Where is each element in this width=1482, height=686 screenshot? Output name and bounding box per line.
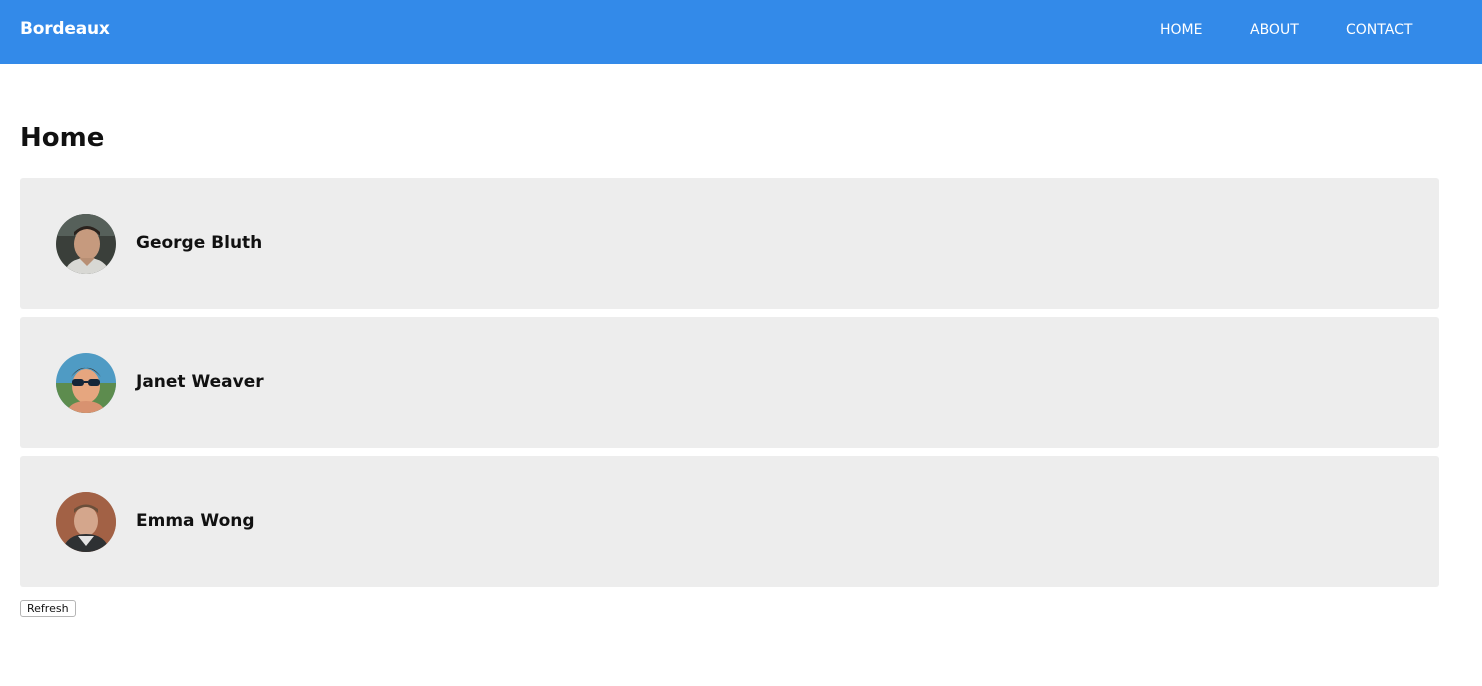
user-photo-icon — [56, 492, 116, 552]
user-photo-icon — [56, 353, 116, 413]
nav-link-contact[interactable]: CONTACT — [1346, 21, 1412, 39]
user-card: Emma Wong — [20, 456, 1439, 587]
user-list: George Bluth Janet Weaver Emma Wong — [20, 178, 1439, 595]
brand-logo-text[interactable]: Bordeaux — [20, 18, 110, 40]
user-name: Emma Wong — [136, 511, 255, 531]
user-card: George Bluth — [20, 178, 1439, 309]
refresh-button[interactable]: Refresh — [20, 600, 76, 617]
user-card: Janet Weaver — [20, 317, 1439, 448]
avatar — [56, 492, 116, 552]
user-photo-icon — [56, 214, 116, 274]
nav-link-home[interactable]: HOME — [1160, 21, 1202, 39]
user-name: Janet Weaver — [136, 372, 264, 392]
top-navbar: Bordeaux HOME ABOUT CONTACT — [0, 0, 1482, 64]
nav-link-about[interactable]: ABOUT — [1250, 21, 1299, 39]
user-name: George Bluth — [136, 233, 263, 253]
page-title: Home — [20, 123, 105, 153]
avatar — [56, 353, 116, 413]
avatar — [56, 214, 116, 274]
